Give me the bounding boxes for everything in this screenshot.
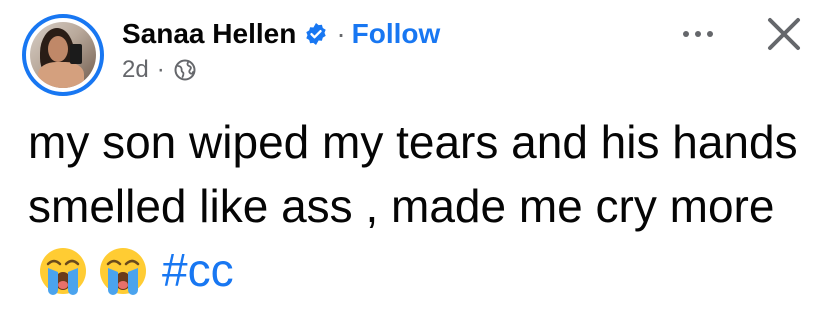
post-body: my son wiped my tears and his hands smel… xyxy=(28,110,818,302)
follow-button[interactable]: Follow xyxy=(352,18,441,50)
hashtag-link[interactable]: #cc xyxy=(162,244,234,296)
more-icon xyxy=(707,31,713,37)
post-header: Sanaa Hellen · Follow xyxy=(122,14,440,54)
meta-separator: · xyxy=(156,56,165,83)
post-timestamp[interactable]: 2d xyxy=(122,56,149,84)
post-meta: 2d · xyxy=(122,54,197,86)
verified-badge-icon xyxy=(306,23,327,45)
crying-face-emoji-icon xyxy=(40,248,86,295)
crying-face-emoji-icon xyxy=(100,248,146,295)
author-name[interactable]: Sanaa Hellen xyxy=(122,18,296,50)
globe-icon[interactable] xyxy=(173,58,197,82)
post-text: my son wiped my tears and his hands smel… xyxy=(28,116,798,232)
avatar-body xyxy=(38,62,84,88)
more-icon xyxy=(695,31,701,37)
close-icon[interactable] xyxy=(756,6,812,62)
avatar-face xyxy=(48,36,68,62)
avatar-phone xyxy=(70,44,82,64)
header-separator: · xyxy=(336,18,346,49)
avatar[interactable] xyxy=(22,14,104,96)
more-options-button[interactable] xyxy=(674,18,722,50)
more-icon xyxy=(683,31,689,37)
avatar-image xyxy=(30,22,96,88)
